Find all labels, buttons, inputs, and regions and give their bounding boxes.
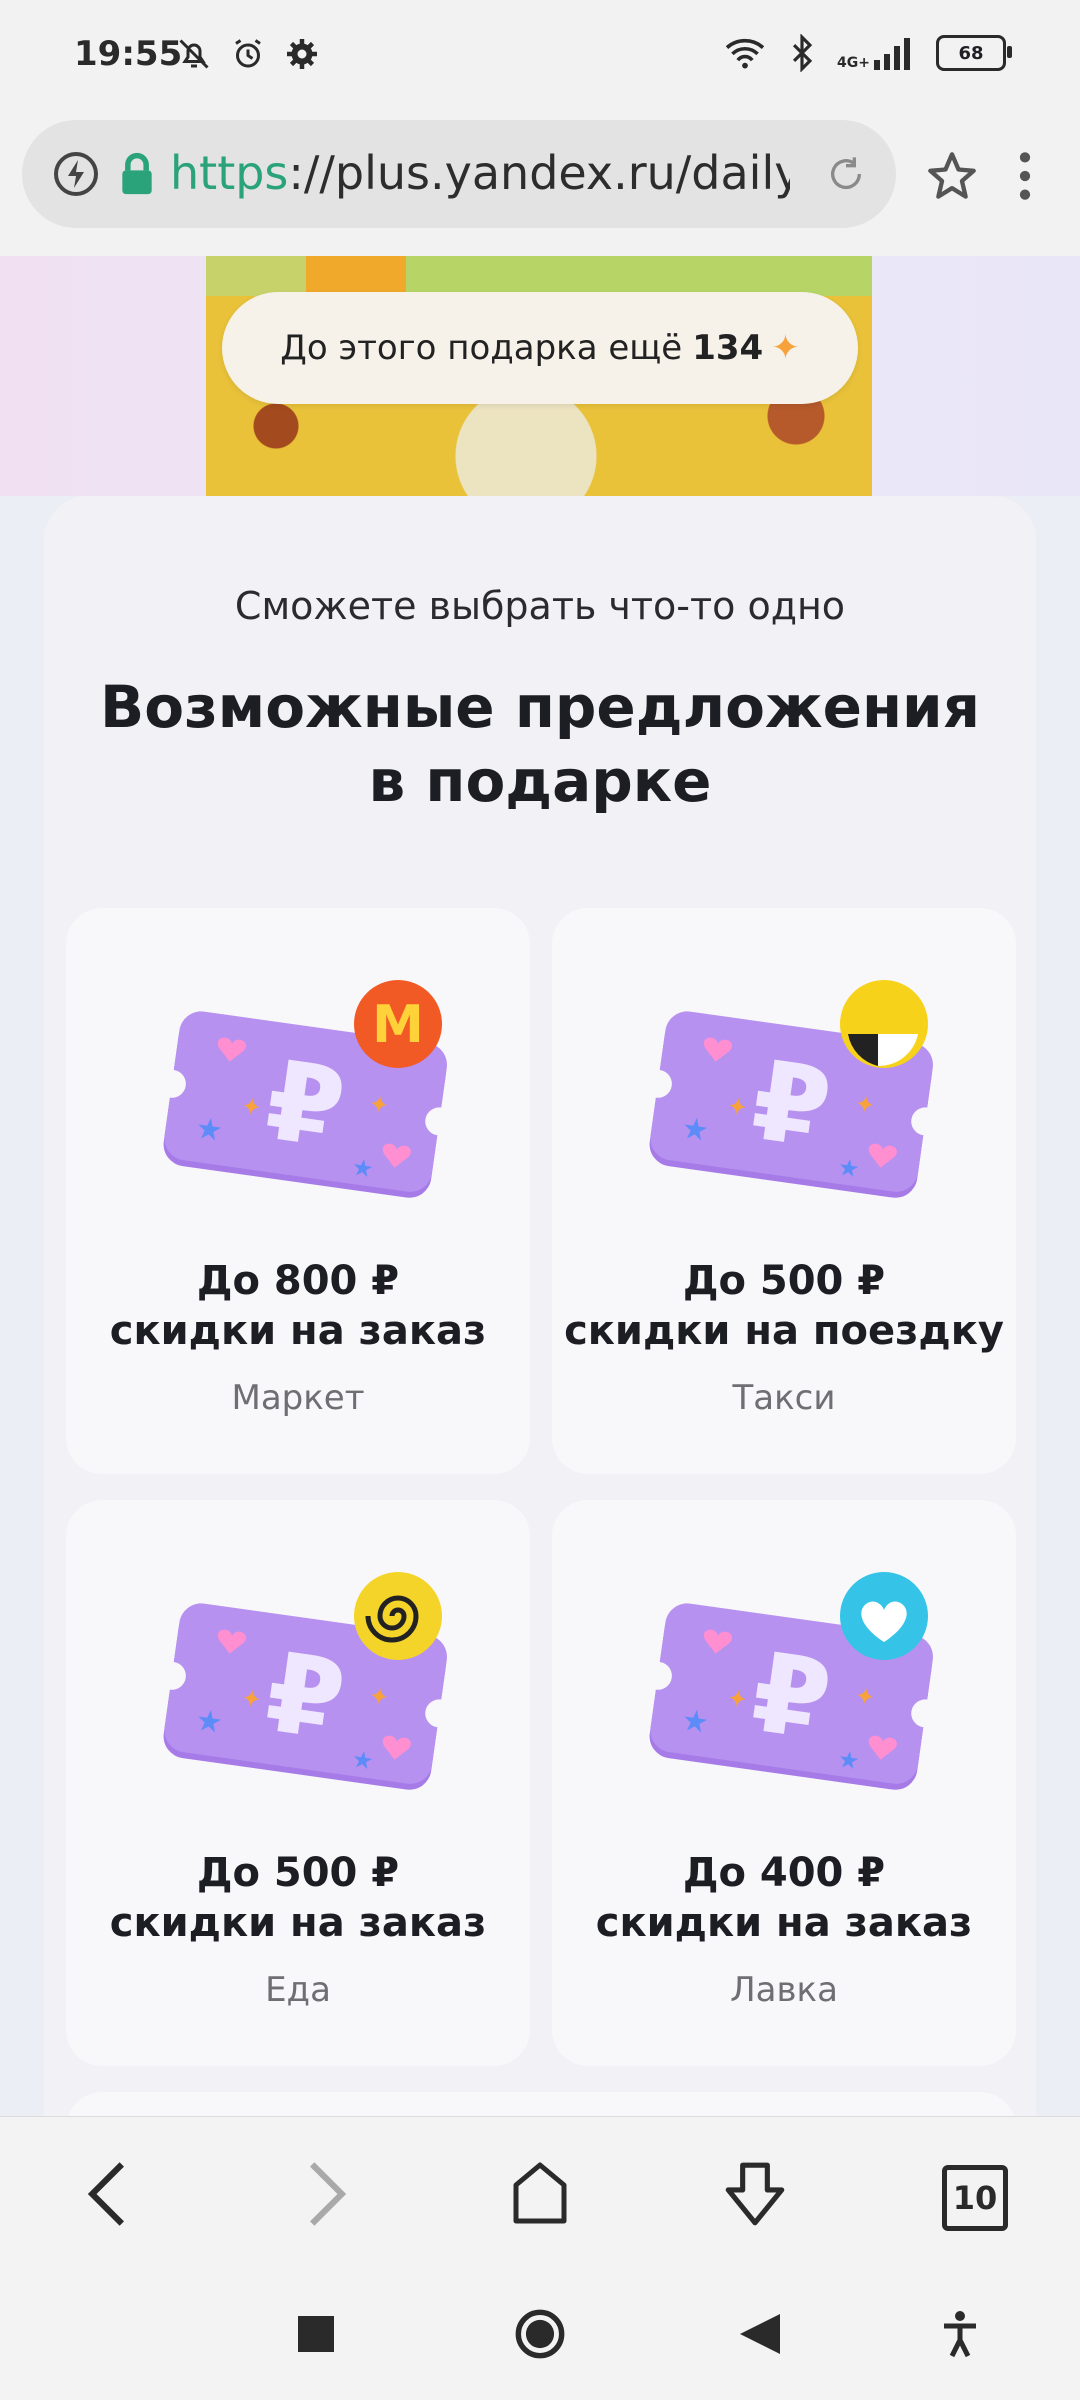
android-navigation-bar: [0, 2270, 1080, 2400]
offers-panel: Сможете выбрать что-то одно Возможные пр…: [44, 496, 1036, 2152]
offers-headline-line1: Возможные предложения: [100, 673, 980, 741]
bolt-icon[interactable]: [52, 150, 100, 198]
reload-icon[interactable]: [826, 154, 866, 194]
offer-amount: До 800 ₽: [196, 1258, 400, 1304]
url-scheme: https: [170, 146, 289, 200]
accessibility-icon[interactable]: [940, 2310, 980, 2358]
offer-card-market[interactable]: ₽ ★ ★ ✦ ✦ M До 800 ₽ скидки на заказ Мар…: [66, 908, 530, 1474]
gift-ribbon: [206, 256, 872, 296]
back-icon[interactable]: [82, 2157, 132, 2231]
svg-text:✦: ✦: [240, 1684, 264, 1715]
gear-icon: [287, 39, 317, 69]
offer-service: Еда: [265, 1970, 331, 2010]
points-remaining-pill: До этого подарка ещё 134 ✦: [222, 292, 858, 404]
coupon-eda-image: ₽ ★ ★ ✦ ✦: [157, 1572, 452, 1790]
bluetooth-icon: [792, 34, 813, 72]
svg-text:✦: ✦: [853, 1090, 877, 1121]
star-icon[interactable]: [926, 150, 978, 202]
mute-bell-icon: [179, 39, 209, 69]
wifi-icon: [725, 38, 765, 69]
forward-icon[interactable]: [302, 2157, 352, 2231]
offer-description: скидки на заказ: [595, 1900, 973, 1946]
svg-text:★: ★: [836, 1745, 861, 1776]
status-bar: 19:55 4G+ 68: [0, 0, 1080, 118]
points-remaining-amount: 134: [692, 328, 764, 368]
svg-text:M: M: [372, 995, 424, 1055]
browser-address-bar: https://plus.yandex.ru/daily?u: [0, 118, 1080, 256]
offers-headline: Возможные предложения в подарке: [44, 670, 1036, 818]
offer-card-lavka[interactable]: ₽ ★ ★ ✦ ✦ До 400 ₽ скидки на заказ Лавка: [552, 1500, 1016, 2066]
url-rest: ://plus.yandex.ru/daily?u: [288, 146, 790, 200]
svg-text:★: ★: [680, 1703, 712, 1741]
status-icons-right: 4G+ 68: [723, 34, 1012, 72]
home-icon[interactable]: [508, 2157, 572, 2229]
home-circle-icon[interactable]: [514, 2308, 566, 2360]
svg-text:✦: ✦: [853, 1682, 877, 1713]
kebab-menu-icon[interactable]: [1010, 148, 1040, 204]
offer-service: Такси: [732, 1378, 836, 1418]
offer-card-eda[interactable]: ₽ ★ ★ ✦ ✦ До 500 ₽ скидки на заказ Еда: [66, 1500, 530, 2066]
offer-description: скидки на поездку: [564, 1308, 1004, 1354]
offer-card-taxi[interactable]: ₽ ★ ★ ✦ ✦ До 500 ₽ скидки на поездку Так…: [552, 908, 1016, 1474]
coupon-taxi-image: ₽ ★ ★ ✦ ✦: [643, 980, 938, 1198]
hero-banner: До этого подарка ещё 134 ✦: [0, 256, 1080, 496]
coupon-lavka-image: ₽ ★ ★ ✦ ✦: [643, 1572, 938, 1790]
svg-text:✦: ✦: [726, 1684, 750, 1715]
svg-text:★: ★: [350, 1745, 375, 1776]
plus-spark-icon: ✦: [771, 328, 800, 368]
coupon-market-image: ₽ ★ ★ ✦ ✦ M: [157, 980, 452, 1198]
download-icon[interactable]: [722, 2157, 788, 2231]
offer-amount: До 500 ₽: [682, 1258, 886, 1304]
offer-description: скидки на заказ: [109, 1308, 487, 1354]
offer-service: Лавка: [730, 1970, 838, 2010]
battery-icon: 68: [936, 35, 1012, 71]
url-field[interactable]: https://plus.yandex.ru/daily?u: [22, 120, 896, 228]
browser-bottom-toolbar: 10: [0, 2116, 1080, 2271]
alarm-icon: [235, 39, 261, 68]
offers-subtitle: Сможете выбрать что-то одно: [234, 584, 846, 628]
svg-text:✦: ✦: [367, 1682, 391, 1713]
svg-text:★: ★: [836, 1153, 861, 1184]
signal-icon: [874, 38, 910, 70]
offer-title: До 500 ₽ скидки на заказ: [66, 1848, 530, 1948]
url-text[interactable]: https://plus.yandex.ru/daily?u: [170, 146, 790, 200]
svg-text:★: ★: [194, 1111, 226, 1149]
offer-title: До 500 ₽ скидки на поездку: [552, 1256, 1016, 1356]
recents-icon[interactable]: [298, 2316, 334, 2352]
offers-headline-line2: в подарке: [368, 747, 712, 815]
offer-title: До 800 ₽ скидки на заказ: [66, 1256, 530, 1356]
offer-service: Маркет: [231, 1378, 365, 1418]
svg-text:★: ★: [194, 1703, 226, 1741]
offer-title: До 400 ₽ скидки на заказ: [552, 1848, 1016, 1948]
svg-text:★: ★: [680, 1111, 712, 1149]
lock-icon: [122, 152, 152, 195]
tabs-icon[interactable]: 10: [942, 2165, 1008, 2231]
points-remaining-text: До этого подарка ещё: [280, 328, 683, 368]
status-time: 19:55: [74, 34, 183, 74]
svg-text:✦: ✦: [726, 1092, 750, 1123]
back-triangle-icon[interactable]: [740, 2314, 780, 2354]
svg-text:✦: ✦: [367, 1090, 391, 1121]
network-label: 4G+: [837, 55, 870, 71]
offer-description: скидки на заказ: [109, 1900, 487, 1946]
svg-text:✦: ✦: [240, 1092, 264, 1123]
svg-text:★: ★: [350, 1153, 375, 1184]
offer-amount: До 500 ₽: [196, 1850, 400, 1896]
status-icons-left: [176, 36, 320, 72]
offer-amount: До 400 ₽: [682, 1850, 886, 1896]
